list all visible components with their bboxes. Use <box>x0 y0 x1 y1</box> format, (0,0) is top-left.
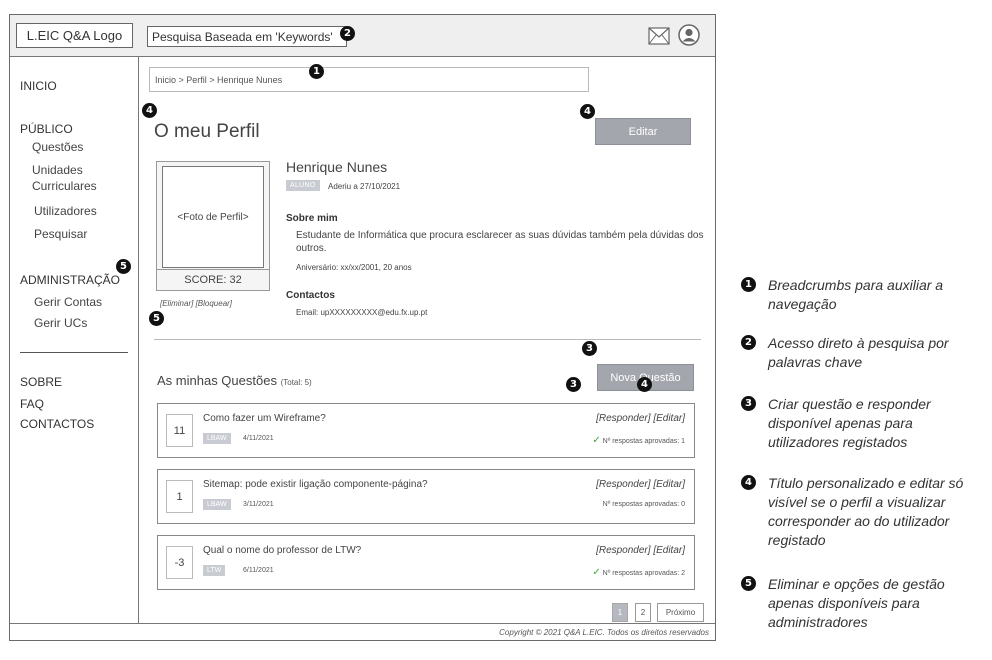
legend-text: Breadcrumbs para auxiliar a navegação <box>768 277 944 312</box>
legend-item: 2 Acesso direto à pesquisa por palavras … <box>741 334 989 374</box>
sidebar-item-unidades[interactable]: Unidades <box>32 163 83 177</box>
question-card[interactable]: 11 Como fazer um Wireframe? LBAW 4/11/20… <box>157 403 695 458</box>
pagination-page-1[interactable]: 1 <box>612 603 628 622</box>
approved-answers-count: ✓ Nº respostas aprovadas: 1 <box>592 435 685 446</box>
footer-copyright: Copyright © 2021 Q&A L.EIC. Todos os dir… <box>10 623 715 640</box>
search-input[interactable]: Pesquisa Baseada em 'Keywords' <box>147 26 347 47</box>
approved-answers-text: Nº respostas aprovadas: 1 <box>602 438 685 445</box>
pagination-next[interactable]: Próximo <box>657 603 704 622</box>
breadcrumb[interactable]: Inicio > Perfil > Henrique Nunes <box>149 67 589 92</box>
legend-item: 3 Criar questão e responder disponível a… <box>741 395 989 455</box>
question-date: 6/11/2021 <box>243 567 274 574</box>
legend-marker: 1 <box>741 277 756 292</box>
email-text: Email: upXXXXXXXXX@edu.fx.up.pt <box>296 308 428 317</box>
course-tag[interactable]: LBAW <box>203 499 231 510</box>
annotation-marker-5: 5 <box>116 259 131 274</box>
approved-answers-count: ✓ Nº respostas aprovadas: 2 <box>592 567 685 578</box>
course-tag[interactable]: LTW <box>203 565 226 576</box>
annotation-marker-4: 4 <box>580 104 595 119</box>
annotation-marker-4: 4 <box>142 103 157 118</box>
course-tag[interactable]: LBAW <box>203 433 231 444</box>
sidebar-item-contactos[interactable]: CONTACTOS <box>20 417 94 431</box>
sidebar-item-gerir-ucs[interactable]: Gerir UCs <box>34 316 87 330</box>
question-title[interactable]: Sitemap: pode existir ligação componente… <box>203 479 428 490</box>
sidebar-item-questoes[interactable]: Questões <box>32 140 83 154</box>
pagination-page-2[interactable]: 2 <box>635 603 651 622</box>
question-date: 3/11/2021 <box>243 501 274 508</box>
annotation-marker-5: 5 <box>149 311 164 326</box>
profile-photo-card: <Foto de Perfil> SCORE: 32 <box>156 161 270 291</box>
edit-profile-button[interactable]: Editar <box>595 118 691 145</box>
legend-marker: 3 <box>741 396 756 411</box>
sidebar-item-sobre[interactable]: SOBRE <box>20 375 62 389</box>
annotation-marker-3: 3 <box>566 377 581 392</box>
joined-date: Aderiu a 27/10/2021 <box>328 182 401 191</box>
question-score: 11 <box>166 414 193 447</box>
sidebar-divider <box>20 352 128 353</box>
question-date: 4/11/2021 <box>243 435 274 442</box>
profile-photo-placeholder: <Foto de Perfil> <box>162 166 264 268</box>
birthday-text: Aniversário: xx/xx/2001, 20 anos <box>296 263 412 272</box>
role-badge: ALUNO <box>286 180 320 191</box>
approved-answers-text: Nº respostas aprovadas: 0 <box>602 501 685 508</box>
legend-text: Criar questão e responder disponível ape… <box>768 396 931 450</box>
sidebar-item-faq[interactable]: FAQ <box>20 397 44 411</box>
sidebar-item-gerir-contas[interactable]: Gerir Contas <box>34 295 102 309</box>
sidebar: INICIO PÚBLICO Questões Unidades Curricu… <box>10 57 139 623</box>
question-actions[interactable]: [Responder] [Editar] <box>596 545 685 556</box>
question-score: -3 <box>166 546 193 579</box>
annotation-marker-2: 2 <box>340 26 355 41</box>
my-questions-heading: As minhas Questões (Total: 5) <box>157 373 312 388</box>
user-score: SCORE: 32 <box>157 269 269 290</box>
questions-total: (Total: 5) <box>280 378 312 387</box>
main-content: Inicio > Perfil > Henrique Nunes O meu P… <box>140 57 715 623</box>
my-questions-title: As minhas Questões <box>157 373 277 388</box>
sidebar-item-curriculares[interactable]: Curriculares <box>32 179 97 193</box>
legend-item: 1 Breadcrumbs para auxiliar a navegação <box>741 276 989 316</box>
about-me-title: Sobre mim <box>286 213 338 224</box>
sidebar-item-utilizadores[interactable]: Utilizadores <box>34 204 97 218</box>
page-title: O meu Perfil <box>154 121 260 142</box>
legend-item: 5 Eliminar e opções de gestão apenas dis… <box>741 575 989 635</box>
question-card[interactable]: -3 Qual o nome do professor de LTW? LTW … <box>157 535 695 590</box>
admin-actions-links[interactable]: [Eliminar] [Bloquear] <box>160 299 232 308</box>
legend-item: 4 Título personalizado e editar só visív… <box>741 474 989 554</box>
approved-answers-count: Nº respostas aprovadas: 0 <box>603 501 685 508</box>
user-icon[interactable] <box>678 24 700 46</box>
wireframe-frame: L.EIC Q&A Logo Pesquisa Baseada em 'Keyw… <box>9 14 716 641</box>
sidebar-item-pesquisar[interactable]: Pesquisar <box>34 227 87 241</box>
question-card[interactable]: 1 Sitemap: pode existir ligação componen… <box>157 469 695 524</box>
about-me-text: Estudante de Informática que procura esc… <box>296 230 704 254</box>
annotation-marker-4: 4 <box>637 377 652 392</box>
check-icon: ✓ <box>592 567 601 578</box>
question-title[interactable]: Qual o nome do professor de LTW? <box>203 545 361 556</box>
legend-marker: 4 <box>741 475 756 490</box>
legend-text: Título personalizado e editar só visível… <box>768 475 964 548</box>
sidebar-section-publico: PÚBLICO <box>20 122 73 136</box>
question-actions[interactable]: [Responder] [Editar] <box>596 479 685 490</box>
mail-icon[interactable] <box>648 27 670 45</box>
legend-marker: 2 <box>741 335 756 350</box>
sidebar-item-inicio[interactable]: INICIO <box>20 79 57 93</box>
legend-text: Acesso direto à pesquisa por palavras ch… <box>768 335 949 370</box>
section-divider <box>154 339 701 340</box>
question-title[interactable]: Como fazer um Wireframe? <box>203 413 326 424</box>
approved-answers-text: Nº respostas aprovadas: 2 <box>602 570 685 577</box>
check-icon: ✓ <box>592 435 601 446</box>
profile-username: Henrique Nunes <box>286 159 388 175</box>
question-score: 1 <box>166 480 193 513</box>
contacts-title: Contactos <box>286 290 335 301</box>
legend-text: Eliminar e opções de gestão apenas dispo… <box>768 576 945 630</box>
annotation-marker-1: 1 <box>309 64 324 79</box>
site-logo[interactable]: L.EIC Q&A Logo <box>16 23 133 48</box>
question-actions[interactable]: [Responder] [Editar] <box>596 413 685 424</box>
top-bar: L.EIC Q&A Logo Pesquisa Baseada em 'Keyw… <box>10 15 715 57</box>
annotation-marker-3: 3 <box>582 341 597 356</box>
legend-marker: 5 <box>741 576 756 591</box>
sidebar-section-administracao: ADMINISTRAÇÃO <box>20 273 121 287</box>
